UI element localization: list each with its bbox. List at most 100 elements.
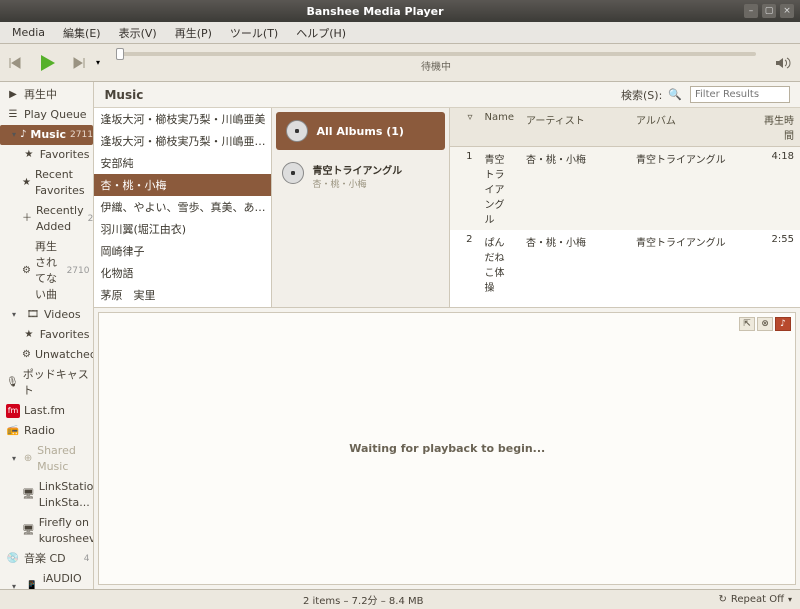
col-indicator[interactable]: ▿	[450, 108, 478, 146]
video-icon: 🎞	[26, 308, 40, 322]
statusbar: 2 items – 7.2分 – 8.4 MB ↻ Repeat Off ▾	[0, 589, 800, 609]
section-title: Music	[104, 88, 615, 102]
artist-row[interactable]: 羽川翼(堀江由衣)	[94, 218, 271, 240]
col-artist[interactable]: アーティスト	[520, 108, 630, 146]
sidebar-now-playing[interactable]: ▶再生中	[0, 85, 93, 105]
close-pane-button[interactable]: ⊗	[757, 317, 773, 331]
sidebar-recent-favorites[interactable]: ★Recent Favorites	[0, 165, 93, 201]
search-input[interactable]	[690, 86, 790, 103]
sidebar-radio[interactable]: 📻Radio	[0, 421, 93, 441]
window-title: Banshee Media Player	[6, 5, 744, 18]
sidebar-audio-cd[interactable]: 💿音楽 CD4	[0, 549, 93, 569]
disc-icon	[282, 162, 304, 184]
plus-icon: ＋	[22, 212, 32, 226]
album-list: All Albums (1) 青空トライアングル 杏・桃・小梅	[272, 108, 450, 307]
globe-icon: ⊕	[23, 452, 33, 466]
search-label: 検索(S):	[621, 87, 662, 103]
sidebar-linkstation[interactable]: 🖥LinkStation: LinkSta...	[0, 477, 93, 513]
device-icon: 📱	[25, 580, 38, 589]
display-icon: ▶	[6, 88, 20, 102]
star-icon: ★	[22, 328, 36, 342]
status-summary: 2 items – 7.2分 – 8.4 MB	[8, 592, 718, 607]
menu-help[interactable]: ヘルプ(H)	[288, 23, 354, 43]
artist-row[interactable]: 安部純	[94, 152, 271, 174]
disc-icon	[286, 120, 308, 142]
artist-row[interactable]: 逢坂大河・櫛枝実乃梨・川嶋亜美 (CV:...	[94, 130, 271, 152]
artist-row[interactable]: 岡崎律子	[94, 240, 271, 262]
sidebar-favorites[interactable]: ★Favorites	[0, 145, 93, 165]
next-button[interactable]	[66, 52, 88, 74]
main: ▶再生中 ☰Play Queue ▾♪Music2711 ★Favorites …	[0, 82, 800, 589]
volume-icon[interactable]	[772, 52, 794, 74]
previous-button[interactable]	[6, 52, 28, 74]
close-button[interactable]: ×	[780, 4, 794, 18]
sidebar-videos[interactable]: ▾🎞Videos	[0, 305, 93, 325]
sidebar-video-favorites[interactable]: ★Favorites	[0, 325, 93, 345]
menu-tools[interactable]: ツール(T)	[222, 23, 286, 43]
titlebar: Banshee Media Player – ▢ ×	[0, 0, 800, 22]
next-dropdown-icon[interactable]: ▾	[96, 58, 100, 67]
sidebar: ▶再生中 ☰Play Queue ▾♪Music2711 ★Favorites …	[0, 82, 94, 589]
star-icon: ★	[22, 176, 31, 190]
artist-row[interactable]: 茅原実里	[94, 306, 271, 307]
music-icon: ♪	[20, 128, 26, 142]
seek-slider[interactable]: 待機中	[108, 52, 764, 73]
all-albums-row[interactable]: All Albums (1)	[276, 112, 445, 150]
artist-row[interactable]: 杏・桃・小梅	[94, 174, 271, 196]
album-item[interactable]: 青空トライアングル 杏・桃・小梅	[272, 154, 449, 198]
content-header: Music 検索(S): 🔍	[94, 82, 800, 108]
expander-icon[interactable]: ▾	[12, 307, 22, 323]
artist-row[interactable]: 化物語	[94, 262, 271, 284]
queue-icon: ☰	[6, 108, 20, 122]
gear-icon: ⚙	[22, 348, 31, 362]
gear-icon: ⚙	[22, 264, 31, 278]
radio-icon: 📻	[6, 424, 20, 438]
sidebar-music[interactable]: ▾♪Music2711	[0, 125, 93, 145]
sidebar-podcast[interactable]: 🎙ポッドキャスト	[0, 365, 93, 401]
star-icon: ★	[22, 148, 36, 162]
track-header[interactable]: ▿ Name アーティスト アルバム 再生時間	[450, 108, 800, 147]
artist-row[interactable]: 伊織、やよい、雪歩、真美、あずさ	[94, 196, 271, 218]
sidebar-firefly[interactable]: 🖥Firefly on kurosheeva	[0, 513, 93, 549]
col-time[interactable]: 再生時間	[750, 108, 800, 146]
col-album[interactable]: アルバム	[630, 108, 750, 146]
browser: 逢坂大河・櫛枝実乃梨・川嶋亜美逢坂大河・櫛枝実乃梨・川嶋亜美 (CV:...安部…	[94, 108, 800, 308]
expander-icon[interactable]: ▾	[12, 579, 21, 589]
sidebar-shared[interactable]: ▾⊕Shared Music	[0, 441, 93, 477]
track-row[interactable]: 2ぱんだねこ体操杏・桃・小梅青空トライアングル2:55	[450, 230, 800, 298]
server-icon: 🖥	[22, 524, 35, 538]
track-row[interactable]: 1青空トライアングル杏・桃・小梅青空トライアングル4:18	[450, 147, 800, 230]
menu-media[interactable]: Media	[4, 24, 53, 41]
expander-icon[interactable]: ▾	[12, 451, 19, 467]
play-button[interactable]	[36, 52, 58, 74]
server-icon: 🖥	[22, 488, 35, 502]
sidebar-iaudio[interactable]: ▾📱iAUDIO 7	[0, 569, 93, 589]
window-controls: – ▢ ×	[744, 4, 794, 18]
menu-view[interactable]: 表示(V)	[111, 23, 165, 43]
lastfm-scrobble-button[interactable]: ♪	[775, 317, 791, 331]
playback-status: 待機中	[116, 58, 756, 73]
menu-play[interactable]: 再生(P)	[167, 23, 220, 43]
sidebar-unwatched[interactable]: ⚙Unwatched	[0, 345, 93, 365]
artist-row[interactable]: 茅原 実里	[94, 284, 271, 306]
minimize-button[interactable]: –	[744, 4, 758, 18]
sidebar-unplayed[interactable]: ⚙再生されてない曲2710	[0, 237, 93, 305]
menu-edit[interactable]: 編集(E)	[55, 23, 109, 43]
repeat-icon: ↻	[718, 594, 726, 605]
content: Music 検索(S): 🔍 逢坂大河・櫛枝実乃梨・川嶋亜美逢坂大河・櫛枝実乃梨…	[94, 82, 800, 589]
col-name[interactable]: Name	[478, 108, 520, 146]
artist-row[interactable]: 逢坂大河・櫛枝実乃梨・川嶋亜美	[94, 108, 271, 130]
artist-list[interactable]: 逢坂大河・櫛枝実乃梨・川嶋亜美逢坂大河・櫛枝実乃梨・川嶋亜美 (CV:...安部…	[94, 108, 272, 307]
repeat-toggle[interactable]: ↻ Repeat Off ▾	[718, 594, 792, 605]
lastfm-icon: fm	[6, 404, 20, 418]
maximize-button[interactable]: ▢	[762, 4, 776, 18]
expander-icon[interactable]: ▾	[12, 127, 16, 143]
podcast-icon: 🎙	[6, 376, 19, 390]
track-list: ▿ Name アーティスト アルバム 再生時間 1青空トライアングル杏・桃・小梅…	[450, 108, 800, 307]
disc-icon: 💿	[6, 552, 20, 566]
sidebar-lastfm[interactable]: fmLast.fm	[0, 401, 93, 421]
sidebar-play-queue[interactable]: ☰Play Queue	[0, 105, 93, 125]
search-icon: 🔍	[668, 88, 682, 101]
sidebar-recently-added[interactable]: ＋Recently Added2710	[0, 201, 93, 237]
undock-button[interactable]: ⇱	[739, 317, 755, 331]
